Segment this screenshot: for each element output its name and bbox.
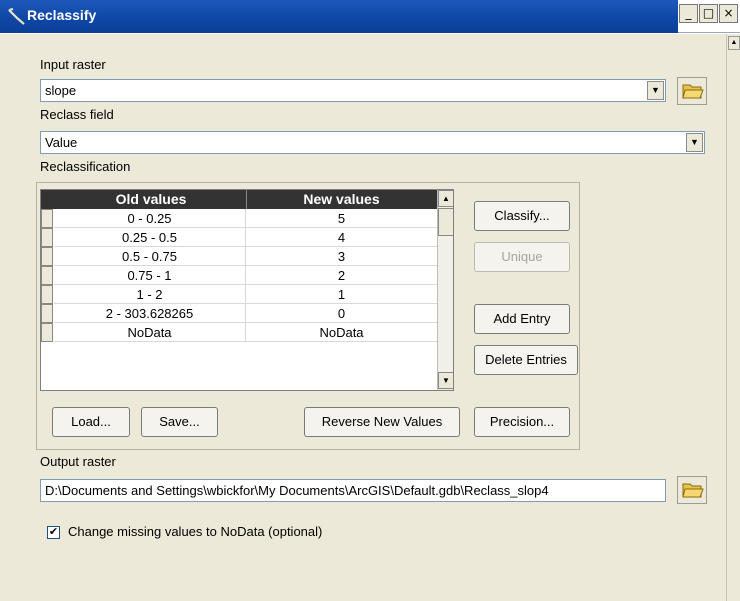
folder-open-icon: [682, 483, 704, 498]
table-row[interactable]: 0.75 - 1 2: [41, 266, 437, 285]
minimize-button[interactable]: _: [679, 4, 698, 23]
classify-button[interactable]: Classify...: [474, 201, 570, 231]
new-value-cell[interactable]: 4: [245, 228, 437, 247]
row-selector[interactable]: [41, 304, 53, 323]
load-button[interactable]: Load...: [52, 407, 130, 437]
new-value-cell[interactable]: 5: [245, 209, 437, 228]
chevron-down-icon[interactable]: ▼: [647, 81, 664, 100]
maximize-button[interactable]: □: [699, 4, 718, 23]
reclass-field-value: Value: [45, 135, 78, 150]
reclassification-label: Reclassification: [40, 159, 131, 174]
old-value-cell[interactable]: 1 - 2: [54, 285, 245, 304]
old-value-cell[interactable]: 0.75 - 1: [54, 266, 245, 285]
reclassification-table[interactable]: Old values New values 0 - 0.25 5 0.25 - …: [40, 189, 454, 391]
old-value-cell[interactable]: 0 - 0.25: [54, 209, 245, 228]
table-row[interactable]: 0.5 - 0.75 3: [41, 247, 437, 266]
table-scrollbar[interactable]: ▲ ▼: [437, 190, 453, 390]
new-value-cell[interactable]: NoData: [245, 323, 437, 342]
output-raster-browse-button[interactable]: [677, 476, 707, 504]
scroll-up-icon[interactable]: ▲: [438, 190, 453, 207]
input-raster-value: slope: [45, 83, 77, 98]
input-raster-combo[interactable]: slope ▼: [40, 79, 666, 102]
window-controls: _ □ ×: [679, 4, 738, 23]
unique-button[interactable]: Unique: [474, 242, 570, 272]
checkmark-icon: ✔: [48, 526, 59, 538]
input-raster-browse-button[interactable]: [677, 77, 707, 105]
delete-entries-button[interactable]: Delete Entries: [474, 345, 578, 375]
reclassify-tool-icon: [7, 6, 27, 26]
row-selector[interactable]: [41, 228, 53, 247]
reverse-new-values-button[interactable]: Reverse New Values: [304, 407, 460, 437]
new-value-cell[interactable]: 1: [245, 285, 437, 304]
add-entry-button[interactable]: Add Entry: [474, 304, 570, 334]
row-selector[interactable]: [41, 285, 53, 304]
missing-values-label: Change missing values to NoData (optiona…: [68, 524, 323, 539]
scroll-down-icon[interactable]: ▼: [438, 372, 453, 389]
title-bar-fill: [0, 0, 678, 33]
table-row[interactable]: 0 - 0.25 5: [41, 209, 437, 228]
save-button[interactable]: Save...: [141, 407, 218, 437]
new-value-cell[interactable]: 3: [245, 247, 437, 266]
output-raster-label: Output raster: [40, 454, 116, 469]
old-value-cell[interactable]: 0.25 - 0.5: [54, 228, 245, 247]
folder-open-icon: [682, 84, 704, 99]
column-header-new-values[interactable]: New values: [246, 190, 436, 209]
chevron-down-icon[interactable]: ▼: [686, 133, 703, 152]
table-row[interactable]: 2 - 303.628265 0: [41, 304, 437, 323]
reclass-field-combo[interactable]: Value ▼: [40, 131, 705, 154]
output-raster-input[interactable]: D:\Documents and Settings\wbickfor\My Do…: [40, 479, 666, 502]
row-selector[interactable]: [41, 323, 53, 342]
new-value-cell[interactable]: 2: [245, 266, 437, 285]
window-title: Reclassify: [27, 7, 97, 23]
table-row[interactable]: NoData NoData: [41, 323, 437, 342]
old-value-cell[interactable]: 0.5 - 0.75: [54, 247, 245, 266]
row-selector[interactable]: [41, 209, 53, 228]
table-header: Old values New values: [41, 190, 437, 209]
input-raster-label: Input raster: [40, 57, 106, 72]
row-selector[interactable]: [41, 247, 53, 266]
row-selector[interactable]: [41, 266, 53, 285]
old-value-cell[interactable]: NoData: [54, 323, 245, 342]
precision-button[interactable]: Precision...: [474, 407, 570, 437]
scroll-up-arrow-icon[interactable]: ▲: [728, 36, 740, 50]
scroll-thumb[interactable]: [438, 208, 453, 236]
new-value-cell[interactable]: 0: [245, 304, 437, 323]
reclass-field-label: Reclass field: [40, 107, 114, 122]
table-row[interactable]: 1 - 2 1: [41, 285, 437, 304]
table-row[interactable]: 0.25 - 0.5 4: [41, 228, 437, 247]
missing-values-checkbox[interactable]: ✔: [47, 526, 60, 539]
dialog-scrollbar[interactable]: ▲: [726, 34, 740, 601]
close-button[interactable]: ×: [719, 4, 738, 23]
column-header-old-values[interactable]: Old values: [57, 190, 245, 209]
old-value-cell[interactable]: 2 - 303.628265: [54, 304, 245, 323]
title-bar: Reclassify _ □ ×: [0, 0, 740, 33]
